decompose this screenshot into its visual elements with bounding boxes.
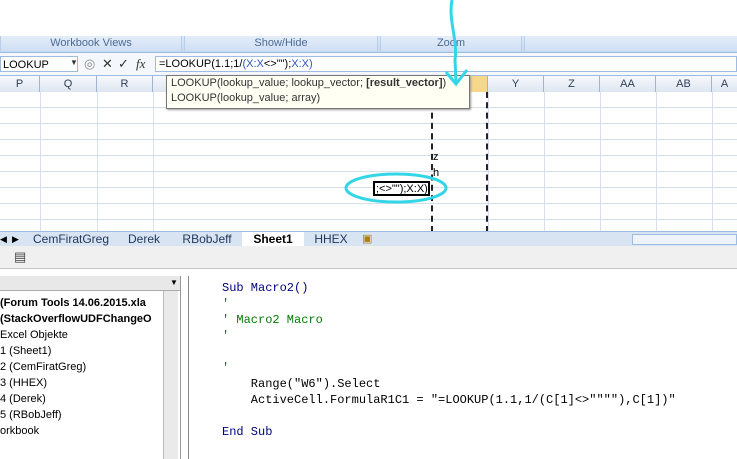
tree-item[interactable]: 1 (Sheet1) bbox=[0, 343, 51, 359]
project-explorer-scrollbar[interactable] bbox=[163, 291, 178, 459]
sheet-tab-sheet1[interactable]: Sheet1 bbox=[242, 232, 304, 247]
code-line[interactable]: ActiveCell.FormulaR1C1 = "=LOOKUP(1.1,1/… bbox=[222, 392, 676, 408]
insert-sheet-icon[interactable]: ▣ bbox=[362, 232, 372, 247]
code-line[interactable]: ' bbox=[222, 360, 229, 376]
sheet-tab-hhex[interactable]: HHEX bbox=[306, 232, 356, 247]
tree-item[interactable]: (StackOverflowUDFChangeO bbox=[0, 311, 152, 327]
annotation-circle bbox=[344, 172, 448, 204]
code-line[interactable]: ' bbox=[222, 296, 229, 312]
tree-item[interactable]: orkbook bbox=[0, 423, 39, 439]
project-explorer: ▼ (Forum Tools 14.06.2015.xla (StackOver… bbox=[0, 276, 181, 459]
tab-scroll-right-icon[interactable]: ▶ bbox=[12, 232, 19, 247]
project-explorer-header bbox=[0, 276, 180, 291]
tab-scroll-left-icon[interactable]: ◀ bbox=[0, 232, 7, 247]
tree-item[interactable]: 2 (CemFiratGreg) bbox=[0, 359, 86, 375]
code-line[interactable]: ' bbox=[222, 328, 229, 344]
sheet-tab-bar: ◀ ▶ CemFiratGreg Derek RBobJeff Sheet1 H… bbox=[0, 231, 737, 247]
code-line[interactable]: ' Macro2 Macro bbox=[222, 312, 323, 328]
sheet-tab-rbobjeff[interactable]: RBobJeff bbox=[174, 232, 240, 247]
view-form-icon[interactable]: ▤ bbox=[14, 249, 26, 265]
vbe-toolbar: ▤ bbox=[0, 246, 737, 269]
sheet-tab-derek[interactable]: Derek bbox=[116, 232, 172, 247]
tree-item[interactable]: 4 (Derek) bbox=[0, 391, 46, 407]
tree-item[interactable]: Excel Objekte bbox=[0, 327, 68, 343]
chevron-down-icon[interactable]: ▼ bbox=[170, 278, 178, 287]
tree-item[interactable]: 3 (HHEX) bbox=[0, 375, 47, 391]
tree-item[interactable]: (Forum Tools 14.06.2015.xla bbox=[0, 295, 146, 311]
tree-item[interactable]: 5 (RBobJeff) bbox=[0, 407, 62, 423]
code-line[interactable]: Sub Macro2() bbox=[222, 280, 308, 296]
sheet-tab-cemfiratgreg[interactable]: CemFiratGreg bbox=[28, 232, 114, 247]
horizontal-scrollbar[interactable] bbox=[632, 234, 737, 245]
code-line[interactable]: Range("W6").Select bbox=[222, 376, 381, 392]
code-editor[interactable]: Sub Macro2() ' ' Macro2 Macro ' ' Range(… bbox=[188, 276, 737, 459]
annotation-arrow-line bbox=[449, 0, 458, 83]
code-line[interactable]: End Sub bbox=[222, 424, 272, 440]
